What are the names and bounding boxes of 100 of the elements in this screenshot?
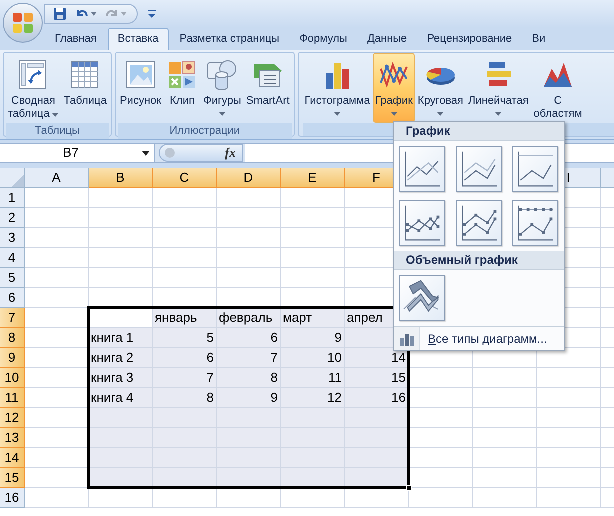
- table-cell[interactable]: книга 2: [89, 348, 153, 368]
- ribbon-tab[interactable]: Рецензирование: [418, 28, 522, 50]
- ribbon-button[interactable]: Фигуры: [201, 53, 244, 123]
- name-box[interactable]: B7: [0, 144, 155, 162]
- table-cell[interactable]: 6: [217, 328, 281, 348]
- cell-reference: B7: [62, 144, 80, 162]
- table-cell[interactable]: 10: [281, 348, 345, 368]
- ribbon-button[interactable]: Сводная таблица: [6, 53, 61, 123]
- table-cell[interactable]: 11: [281, 368, 345, 388]
- row-header[interactable]: 13: [0, 428, 25, 448]
- row-header[interactable]: 14: [0, 448, 25, 468]
- ribbon-tab[interactable]: Формулы: [290, 28, 356, 50]
- table-cell[interactable]: [153, 468, 217, 488]
- save-icon[interactable]: [53, 7, 67, 21]
- table-cell[interactable]: [89, 408, 153, 428]
- table-cell[interactable]: [89, 448, 153, 468]
- table-cell[interactable]: 9: [217, 388, 281, 408]
- table-cell[interactable]: 7: [153, 368, 217, 388]
- row-header[interactable]: 10: [0, 368, 25, 388]
- table-cell[interactable]: [217, 408, 281, 428]
- table-cell[interactable]: книга 1: [89, 328, 153, 348]
- table-cell[interactable]: 15: [345, 368, 409, 388]
- table-cell[interactable]: 7: [217, 348, 281, 368]
- table-cell[interactable]: март: [281, 308, 345, 328]
- table-cell[interactable]: [345, 428, 409, 448]
- table-cell[interactable]: книга 3: [89, 368, 153, 388]
- chart-type-option[interactable]: [399, 146, 445, 192]
- row-header[interactable]: 5: [0, 268, 25, 288]
- ribbon-button[interactable]: Рисунок: [118, 53, 164, 123]
- chart-type-option[interactable]: [399, 200, 445, 246]
- table-cell[interactable]: 8: [217, 368, 281, 388]
- ribbon-tab[interactable]: Главная: [46, 28, 106, 50]
- ribbon-button[interactable]: Линейчатая: [466, 53, 531, 123]
- row-header[interactable]: 15: [0, 468, 25, 488]
- column-header[interactable]: B: [89, 168, 153, 188]
- table-cell[interactable]: [217, 428, 281, 448]
- row-header[interactable]: 16: [0, 488, 25, 508]
- insert-function-button[interactable]: fx: [225, 143, 236, 163]
- column-label: C: [180, 168, 190, 187]
- button-label: Рисунок: [120, 95, 162, 108]
- ribbon-button[interactable]: График: [373, 53, 415, 123]
- table-cell[interactable]: [345, 408, 409, 428]
- table-cell[interactable]: 6: [153, 348, 217, 368]
- table-cell[interactable]: [217, 448, 281, 468]
- row-header[interactable]: 1: [0, 188, 25, 208]
- table-cell[interactable]: [89, 428, 153, 448]
- chart-type-option[interactable]: [399, 275, 445, 321]
- ribbon-tab[interactable]: Ви: [523, 28, 555, 50]
- column-label: F: [372, 168, 380, 187]
- ribbon-button[interactable]: Гистограмма: [302, 53, 372, 123]
- table-cell[interactable]: [345, 448, 409, 468]
- chart-type-option[interactable]: [456, 146, 502, 192]
- table-icon: [69, 59, 102, 91]
- table-cell[interactable]: 14: [345, 348, 409, 368]
- chart-type-option[interactable]: [512, 200, 558, 246]
- ribbon-tab[interactable]: Разметка страницы: [170, 28, 289, 50]
- row-header[interactable]: 11: [0, 388, 25, 408]
- table-cell[interactable]: 16: [345, 388, 409, 408]
- column-header[interactable]: A: [25, 168, 89, 188]
- table-cell[interactable]: 9: [281, 328, 345, 348]
- caret-icon[interactable]: [91, 12, 97, 16]
- row-header[interactable]: 6: [0, 288, 25, 308]
- ribbon-tab[interactable]: Вставка: [108, 28, 169, 50]
- row-header[interactable]: 2: [0, 208, 25, 228]
- all-chart-types-link[interactable]: Все типы диаграмм...: [420, 327, 556, 350]
- dropdown-caret-icon[interactable]: [142, 150, 150, 156]
- office-button[interactable]: [3, 3, 43, 43]
- table-cell[interactable]: [281, 468, 345, 488]
- chart-type-option[interactable]: [456, 200, 502, 246]
- ribbon-button[interactable]: Клип: [164, 53, 200, 123]
- row-header[interactable]: 9: [0, 348, 25, 368]
- chart-type-option[interactable]: [512, 146, 558, 192]
- row-header[interactable]: 12: [0, 408, 25, 428]
- ribbon-button[interactable]: Таблица: [62, 53, 109, 123]
- clip-art-icon: [166, 59, 198, 91]
- table-cell[interactable]: [281, 408, 345, 428]
- table-cell[interactable]: [217, 468, 281, 488]
- table-cell[interactable]: [153, 408, 217, 428]
- table-cell[interactable]: 12: [281, 388, 345, 408]
- expand-handle-icon[interactable]: [164, 147, 176, 159]
- table-cell[interactable]: [281, 448, 345, 468]
- column-label: E: [308, 168, 317, 187]
- row-header[interactable]: 8: [0, 328, 25, 348]
- column-header[interactable]: D: [217, 168, 281, 188]
- table-cell[interactable]: январь: [153, 308, 217, 328]
- table-cell[interactable]: 8: [153, 388, 217, 408]
- ribbon-button[interactable]: SmartArt: [244, 53, 292, 123]
- table-cell[interactable]: [153, 448, 217, 468]
- column-header[interactable]: C: [153, 168, 217, 188]
- ribbon-tab[interactable]: Данные: [358, 28, 416, 50]
- row-header[interactable]: 4: [0, 248, 25, 268]
- row-header[interactable]: 7: [0, 308, 25, 328]
- table-cell[interactable]: 5: [153, 328, 217, 348]
- row-header[interactable]: 3: [0, 228, 25, 248]
- table-cell[interactable]: [281, 428, 345, 448]
- column-header[interactable]: E: [281, 168, 345, 188]
- table-cell[interactable]: книга 4: [89, 388, 153, 408]
- table-cell[interactable]: [153, 428, 217, 448]
- customize-icon[interactable]: [148, 10, 156, 18]
- table-cell[interactable]: февраль: [217, 308, 281, 328]
